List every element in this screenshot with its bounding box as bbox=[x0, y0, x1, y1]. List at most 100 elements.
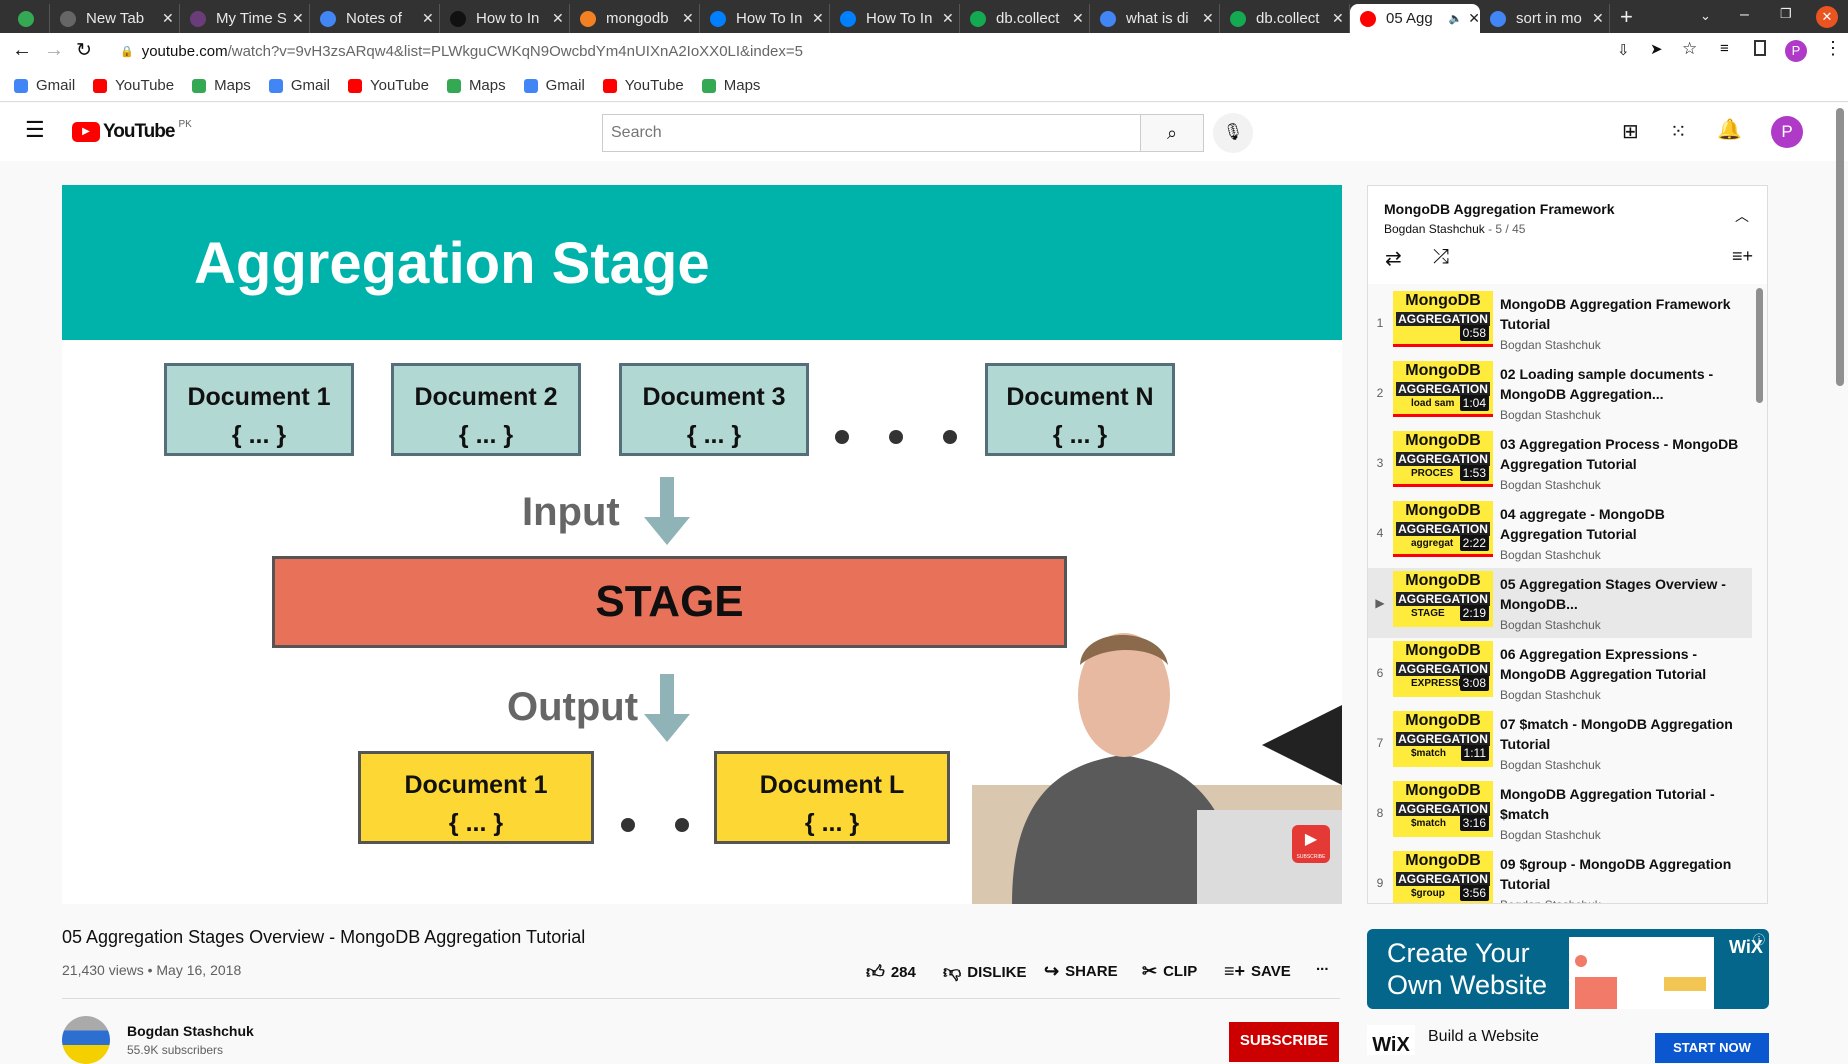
create-video-icon[interactable]: ⊞ bbox=[1622, 119, 1639, 144]
url-field[interactable]: 🔒 youtube.com /watch?v=9vH3zsARqw4&list=… bbox=[110, 36, 1650, 67]
bookmark-item[interactable]: Gmail bbox=[523, 77, 585, 94]
playlist-item[interactable]: 2 MongoDB AGGREGATION load sam 1:04 02 Load… bbox=[1368, 358, 1752, 428]
close-tab-icon[interactable]: ✕ bbox=[552, 10, 564, 27]
video-player[interactable]: Aggregation Stage Document 1{ ... } Docu… bbox=[62, 185, 1342, 904]
playlist-owner-name[interactable]: Bogdan Stashchuk bbox=[1384, 222, 1485, 236]
close-tab-icon[interactable]: ✕ bbox=[1072, 10, 1084, 27]
close-tab-icon[interactable]: ✕ bbox=[682, 10, 694, 27]
duration-badge: 0:58 bbox=[1459, 325, 1489, 341]
bookmark-item[interactable]: Maps bbox=[192, 77, 251, 94]
close-tab-icon[interactable]: ✕ bbox=[1592, 10, 1604, 27]
playlist-item-channel: Bogdan Stashchuk bbox=[1500, 338, 1601, 352]
ad-cta-button[interactable]: START NOW bbox=[1655, 1033, 1769, 1063]
bookmark-item[interactable]: Gmail bbox=[268, 77, 330, 94]
ad-advertiser-logo[interactable]: WiX bbox=[1367, 1025, 1415, 1055]
profile-avatar[interactable]: P bbox=[1785, 40, 1807, 62]
bookmark-item[interactable]: YouTube bbox=[602, 77, 684, 94]
browser-tab[interactable] bbox=[8, 4, 50, 33]
close-tab-icon[interactable]: ✕ bbox=[162, 10, 174, 27]
subscribe-button[interactable]: SUBSCRIBE bbox=[1229, 1022, 1339, 1062]
browser-tab[interactable]: How to In ✕ bbox=[440, 4, 570, 33]
side-panel-icon[interactable] bbox=[1754, 40, 1766, 56]
playlist-item[interactable]: 3 MongoDB AGGREGATION PROCES 1:53 03 Aggreg… bbox=[1368, 428, 1752, 498]
close-tab-icon[interactable]: ✕ bbox=[1468, 10, 1480, 27]
audio-icon: 🔈 bbox=[1448, 13, 1463, 25]
channel-name[interactable]: Bogdan Stashchuk bbox=[127, 1023, 254, 1039]
close-tab-icon[interactable]: ✕ bbox=[942, 10, 954, 27]
send-icon[interactable]: ➤ bbox=[1650, 40, 1663, 58]
browser-tab[interactable]: 05 Agg 🔈 ✕ bbox=[1350, 4, 1480, 33]
browser-tab[interactable]: Notes of ✕ bbox=[310, 4, 440, 33]
like-button[interactable]: 👍︎ 284 bbox=[866, 961, 916, 983]
bookmark-item[interactable]: YouTube bbox=[93, 77, 174, 94]
forward-icon[interactable]: → bbox=[44, 39, 64, 62]
playlist-item[interactable]: 7 MongoDB AGGREGATION $match 1:11 07 $match… bbox=[1368, 708, 1752, 778]
youtube-logo[interactable]: ▶ YouTube PK bbox=[72, 119, 192, 143]
close-tab-icon[interactable]: ✕ bbox=[812, 10, 824, 27]
minimize-button[interactable]: – bbox=[1740, 6, 1749, 24]
browser-tab[interactable]: New Tab ✕ bbox=[50, 4, 180, 33]
account-avatar[interactable]: P bbox=[1771, 116, 1803, 148]
shuffle-icon[interactable]: ⤮ bbox=[1433, 246, 1449, 269]
collapse-chevron-icon[interactable]: ︿ bbox=[1735, 206, 1749, 226]
playlist-item[interactable]: 1 MongoDB AGGREGATION 0:58 MongoDB Aggrega… bbox=[1368, 288, 1752, 358]
output-label: Output bbox=[507, 685, 639, 729]
close-tab-icon[interactable]: ✕ bbox=[422, 10, 434, 27]
browser-tab[interactable]: How To In ✕ bbox=[700, 4, 830, 33]
voice-search-button[interactable]: 🎙 bbox=[1213, 113, 1253, 153]
playlist-item[interactable]: 8 MongoDB AGGREGATION $match 3:16 MongoDB A… bbox=[1368, 778, 1752, 848]
ad-info-icon[interactable]: ⓘ bbox=[1753, 931, 1765, 948]
browser-tab[interactable]: My Time S ✕ bbox=[180, 4, 310, 33]
reload-icon[interactable]: ↻ bbox=[76, 39, 92, 62]
bookmark-item[interactable]: Gmail bbox=[14, 77, 75, 94]
playlist-item[interactable]: 6 MongoDB AGGREGATION EXPRESSI 3:08 06 Aggr… bbox=[1368, 638, 1752, 708]
browser-tab[interactable]: How To In ✕ bbox=[830, 4, 960, 33]
bookmark-item[interactable]: YouTube bbox=[347, 77, 429, 94]
back-icon[interactable]: ← bbox=[12, 39, 32, 62]
clip-button[interactable]: ✂ CLIP bbox=[1142, 961, 1197, 982]
more-actions-button[interactable]: ... bbox=[1316, 957, 1329, 974]
bookmark-star-icon[interactable]: ☆ bbox=[1682, 39, 1697, 59]
loop-icon[interactable]: ⇄ bbox=[1385, 246, 1402, 271]
tab-search-icon[interactable]: ⌄ bbox=[1700, 8, 1711, 24]
maximize-button[interactable]: ❐ bbox=[1780, 6, 1792, 22]
close-tab-icon[interactable]: ✕ bbox=[292, 10, 304, 27]
hamburger-menu-icon[interactable]: ☰ bbox=[25, 117, 45, 143]
browser-tab[interactable]: db.collect ✕ bbox=[1220, 4, 1350, 33]
menu-icon[interactable]: ⋮ bbox=[1824, 38, 1842, 59]
playlist-item[interactable]: ▶ MongoDB AGGREGATION STAGE 2:19 05 Aggrega… bbox=[1368, 568, 1752, 638]
close-tab-icon[interactable]: ✕ bbox=[1332, 10, 1344, 27]
playlist-item[interactable]: 9 MongoDB AGGREGATION $group 3:56 09 $group… bbox=[1368, 848, 1752, 903]
divider bbox=[62, 998, 1340, 999]
subscribe-watermark[interactable]: ▶ SUBSCRIBE bbox=[1292, 825, 1330, 863]
browser-tab[interactable]: what is di ✕ bbox=[1090, 4, 1220, 33]
new-tab-button[interactable]: + bbox=[1620, 4, 1633, 30]
ad-title[interactable]: Build a Website bbox=[1428, 1028, 1539, 1046]
search-button[interactable]: ⌕ bbox=[1140, 114, 1204, 152]
save-playlist-icon[interactable]: ≡+ bbox=[1732, 246, 1753, 267]
playlist-item-channel: Bogdan Stashchuk bbox=[1500, 408, 1601, 422]
media-icon[interactable]: ≡ bbox=[1720, 40, 1729, 57]
dislike-button[interactable]: 👎︎ DISLIKE bbox=[943, 961, 1026, 983]
browser-tab[interactable]: mongodb ✕ bbox=[570, 4, 700, 33]
browser-tab[interactable]: db.collect ✕ bbox=[960, 4, 1090, 33]
playlist-item[interactable]: 4 MongoDB AGGREGATION aggregat 2:22 04 aggr… bbox=[1368, 498, 1752, 568]
playlist-title[interactable]: MongoDB Aggregation Framework bbox=[1384, 201, 1615, 217]
search-input[interactable] bbox=[602, 114, 1141, 152]
ad-banner[interactable]: Create Your Own Website WiX ⓘ bbox=[1367, 929, 1769, 1009]
browser-tab[interactable]: sort in mo ✕ bbox=[1480, 4, 1610, 33]
playlist-item-channel: Bogdan Stashchuk bbox=[1500, 758, 1601, 772]
page-scrollbar[interactable] bbox=[1836, 108, 1844, 386]
notifications-bell-icon[interactable]: 🔔 bbox=[1717, 117, 1742, 142]
bookmark-item[interactable]: Maps bbox=[446, 77, 506, 94]
playlist-scrollbar[interactable] bbox=[1756, 288, 1763, 403]
save-button[interactable]: ≡+ SAVE bbox=[1224, 961, 1291, 982]
apps-grid-icon[interactable]: ⁙ bbox=[1670, 119, 1687, 144]
bookmark-item[interactable]: Maps bbox=[701, 77, 760, 94]
share-button[interactable]: ↪ SHARE bbox=[1044, 961, 1118, 982]
channel-avatar[interactable] bbox=[62, 1016, 110, 1064]
install-icon[interactable]: ⇩ bbox=[1617, 41, 1630, 59]
close-window-button[interactable]: ✕ bbox=[1816, 6, 1838, 28]
close-tab-icon[interactable]: ✕ bbox=[1202, 10, 1214, 27]
tab-favicon-icon bbox=[60, 10, 76, 27]
